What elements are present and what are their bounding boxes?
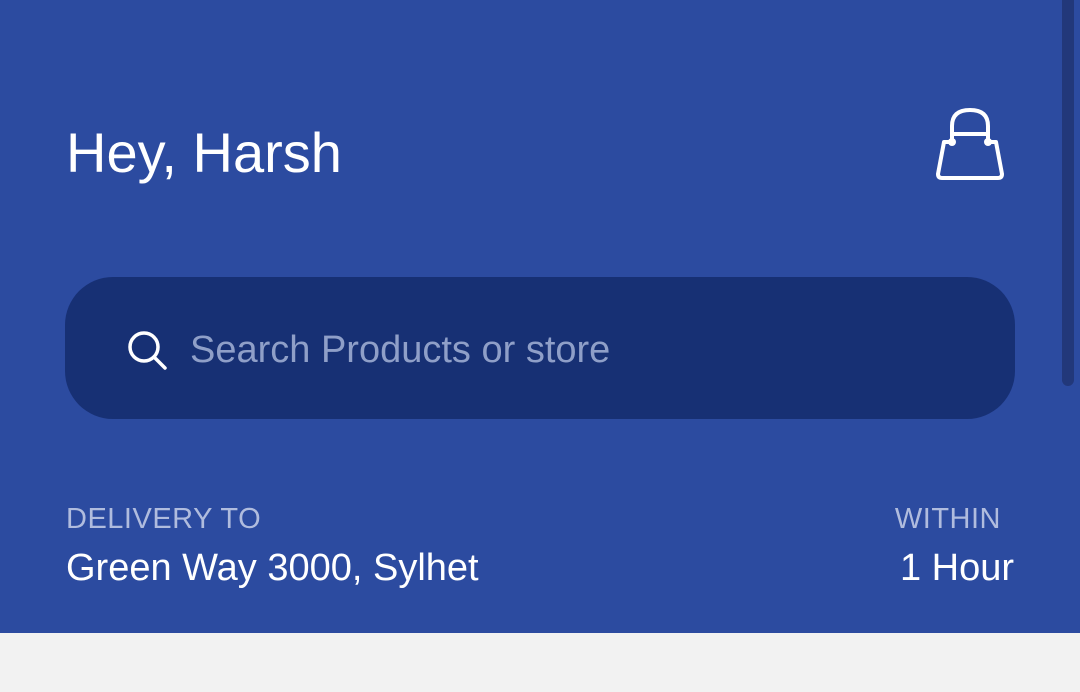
cart-button[interactable] bbox=[930, 104, 1010, 184]
greeting-title: Hey, Harsh bbox=[66, 121, 342, 184]
shopping-bag-icon bbox=[936, 107, 1004, 180]
delivery-label: DELIVERY TO bbox=[66, 503, 262, 535]
header-panel: Hey, Harsh DELIVERY TO Green Way 3000, S… bbox=[0, 0, 1080, 633]
eta-label: WITHIN bbox=[894, 503, 1001, 535]
delivery-address[interactable]: Green Way 3000, Sylhet bbox=[66, 545, 479, 591]
scrollbar[interactable] bbox=[1062, 0, 1074, 386]
search-input[interactable] bbox=[190, 318, 970, 382]
eta-value: 1 Hour bbox=[899, 547, 1014, 589]
search-icon bbox=[128, 331, 167, 370]
